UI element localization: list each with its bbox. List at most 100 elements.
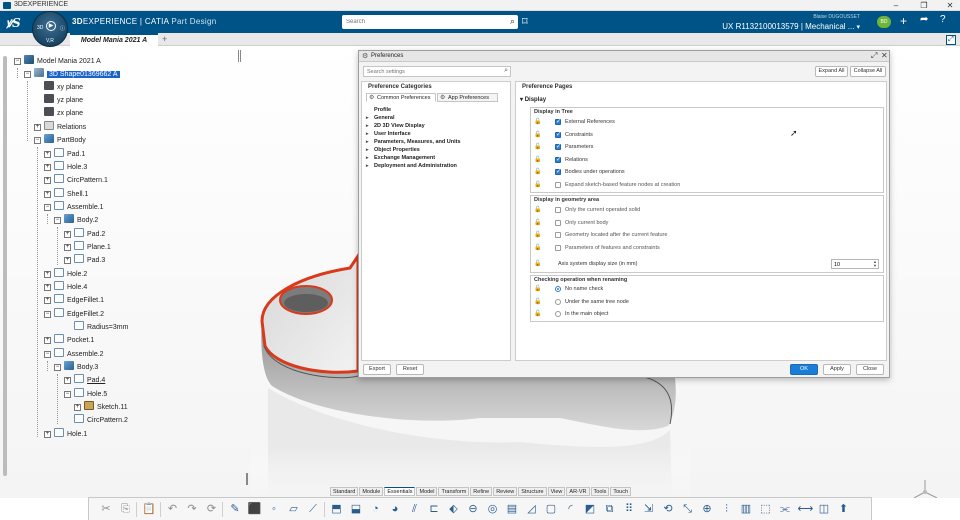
boolean-icon[interactable]: ⊕ (700, 502, 714, 516)
ok-button[interactable]: OK (790, 364, 818, 375)
cut-icon[interactable]: ✂ (99, 502, 113, 516)
section-tab[interactable]: AR-VR (566, 487, 590, 496)
section-tab[interactable]: Model (416, 487, 438, 496)
rib-icon[interactable]: ⫽ (408, 502, 422, 516)
category-item[interactable]: ▸ Object Properties (366, 147, 420, 153)
measure-icon[interactable]: ⟷ (798, 502, 814, 516)
viewport-splitter-handle[interactable] (246, 473, 248, 485)
close-window-icon[interactable]: ✕ (942, 0, 958, 11)
tab-app-preferences[interactable]: ⚙ App Preferences (437, 93, 498, 102)
tree-node[interactable]: + Pad.1 (44, 148, 85, 159)
checkbox[interactable] (555, 244, 561, 251)
tree-node[interactable]: + Shell.1 (44, 188, 88, 199)
expand-dialog-icon[interactable]: ⤢ (871, 51, 877, 61)
expand-arrow-icon[interactable]: ▸ (366, 115, 374, 121)
axis-size-spinner[interactable]: ▲▼ (831, 259, 879, 269)
tag-icon[interactable]: ⌑ (522, 15, 528, 28)
category-item[interactable]: ▸ Deployment and Administration (366, 163, 457, 169)
collapse-icon[interactable]: − (64, 391, 71, 398)
compass-quadrant-icon[interactable]: 3D (37, 25, 43, 31)
checkbox[interactable] (555, 219, 561, 226)
display-section-header[interactable]: ▾ Display (520, 96, 546, 103)
collapse-icon[interactable]: − (44, 351, 51, 358)
expand-icon[interactable]: + (74, 404, 81, 411)
section-tab[interactable]: Refine (470, 487, 493, 496)
checkbox[interactable] (555, 142, 561, 152)
lock-icon[interactable]: 🔓 (534, 231, 542, 239)
lock-icon[interactable]: 🔓 (534, 118, 542, 126)
checkbox[interactable] (555, 130, 561, 140)
section-tab[interactable]: Structure (518, 487, 547, 496)
maximize-icon[interactable]: ❐ (916, 0, 932, 11)
preferences-search-input[interactable] (367, 68, 497, 76)
multisection-icon[interactable]: ⬖ (447, 502, 461, 516)
collapse-icon[interactable]: − (44, 204, 51, 211)
tree-node[interactable]: + Pad.2 (64, 228, 105, 239)
tree-node[interactable]: + CircPattern.1 (44, 174, 108, 185)
tree-node[interactable]: CircPattern.2 (64, 414, 128, 425)
checkbox[interactable] (555, 232, 561, 238)
lock-icon[interactable]: 🔓 (534, 310, 542, 318)
close-surface-icon[interactable]: ⬚ (759, 502, 773, 516)
expand-all-button[interactable]: Expand All (815, 66, 848, 77)
tree-node[interactable]: + Hole.4 (44, 281, 87, 292)
play-icon[interactable]: ▶ (46, 21, 56, 31)
tree-node[interactable]: − EdgeFillet.2 (44, 308, 104, 319)
lock-icon[interactable]: 🔓 (534, 143, 542, 151)
expand-arrow-icon[interactable]: ▸ (366, 163, 374, 169)
tree-node[interactable]: + Relations (34, 121, 86, 132)
expand-icon[interactable]: + (44, 284, 51, 291)
collapse-icon[interactable]: − (24, 71, 31, 78)
radio-button[interactable] (555, 311, 561, 317)
section-tab[interactable]: Transform (438, 487, 470, 496)
tree-node[interactable]: + Pad.3 (64, 254, 105, 265)
cube-icon[interactable]: ⬛ (248, 502, 262, 516)
section-icon[interactable]: ◫ (817, 502, 831, 516)
tree-node[interactable]: zx plane (34, 107, 83, 118)
compass-quadrant-icon[interactable]: ⓘ (60, 25, 65, 32)
export-button[interactable]: Export (363, 364, 391, 375)
lock-icon[interactable]: 🔓 (534, 285, 542, 293)
expand-arrow-icon[interactable]: ▸ (366, 131, 374, 137)
checkbox[interactable] (555, 207, 561, 213)
shell-icon[interactable]: ▢ (544, 502, 558, 516)
expand-icon[interactable]: + (44, 151, 51, 158)
lock-icon[interactable]: 🔓 (534, 168, 542, 176)
revolve-icon[interactable]: ◔ (369, 502, 383, 516)
collapse-icon[interactable]: − (34, 137, 41, 144)
expand-icon[interactable]: + (34, 124, 41, 131)
collapse-icon[interactable]: − (54, 364, 61, 371)
thickness-icon[interactable]: ▤ (505, 502, 519, 516)
minimize-icon[interactable]: – (888, 0, 904, 11)
checkbox[interactable] (555, 181, 561, 188)
expand-arrow-icon[interactable]: ▸ (366, 123, 374, 129)
add-icon[interactable]: + (900, 14, 907, 28)
tree-node[interactable]: + Sketch.11 (74, 401, 128, 412)
checkbox[interactable] (555, 155, 561, 165)
expand-icon[interactable]: + (44, 271, 51, 278)
axis-icon[interactable]: ⟋ (306, 502, 320, 516)
mirror-icon[interactable]: ⧉ (603, 502, 617, 516)
lock-icon[interactable]: 🔓 (534, 260, 542, 268)
section-tab[interactable]: Standard (330, 487, 359, 496)
tree-node[interactable]: − Body.2 (54, 214, 98, 225)
plane-icon[interactable]: ▱ (287, 502, 301, 516)
search-box[interactable]: ⌕ (342, 15, 518, 29)
hole-icon[interactable]: ◎ (486, 502, 500, 516)
tree-node[interactable]: yz plane (34, 94, 83, 105)
close-dialog-icon[interactable]: ✕ (881, 51, 888, 60)
slot-icon[interactable]: ⊏ (427, 502, 441, 516)
tab-model-mania[interactable]: Model Mania 2021 A (70, 33, 158, 46)
search-icon[interactable]: ⌕ (510, 16, 515, 27)
collapse-icon[interactable]: − (54, 217, 61, 224)
sketch-icon[interactable]: ✎ (228, 502, 242, 516)
lock-icon[interactable]: 🔓 (534, 131, 542, 139)
undo-icon[interactable]: ↶ (166, 502, 180, 516)
expand-icon[interactable]: + (44, 297, 51, 304)
redo-icon[interactable]: ↷ (185, 502, 199, 516)
tree-node[interactable]: − Assemble.1 (44, 201, 104, 212)
pocket-icon[interactable]: ⬓ (349, 502, 363, 516)
expand-icon[interactable]: + (44, 431, 51, 438)
remove-icon[interactable]: ⊖ (466, 502, 480, 516)
share-icon[interactable]: ➦ (920, 14, 928, 25)
